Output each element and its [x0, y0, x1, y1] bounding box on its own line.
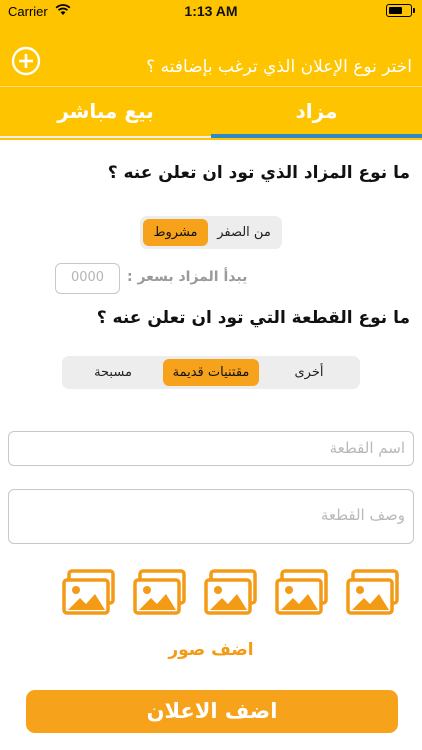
item-description-placeholder: وصف القطعة [320, 506, 405, 524]
segment-from-zero[interactable]: من الصفر [210, 219, 278, 246]
battery-icon [386, 4, 415, 17]
header-divider [0, 86, 422, 87]
image-placeholder-icon[interactable] [346, 569, 400, 617]
item-type-question: ما نوع القطعة التي تود ان تعلن عنه ؟ [96, 308, 410, 328]
tab-underline-inactive [0, 136, 211, 138]
auction-type-question: ما نوع المزاد الذي تود ان تعلن عنه ؟ [107, 163, 410, 183]
submit-ad-button[interactable]: اضف الاعلان [26, 690, 398, 733]
image-placeholder-icon[interactable] [204, 569, 258, 617]
segment-antiques[interactable]: مقتنيات قديمة [163, 359, 259, 386]
segment-rosary[interactable]: مسبحة [66, 359, 160, 386]
image-placeholder-icon[interactable] [62, 569, 116, 617]
header-title: اختر نوع الإعلان الذي ترغب بإضافته ؟ [146, 57, 412, 77]
image-placeholder-icon[interactable] [133, 569, 187, 617]
add-circle-icon[interactable] [11, 46, 41, 76]
segment-conditional[interactable]: مشروط [143, 219, 208, 246]
tab-auction[interactable]: مزاد [211, 90, 422, 132]
item-type-segmented: أخرى مقتنيات قديمة مسبحة [62, 356, 360, 389]
segment-other[interactable]: أخرى [262, 359, 356, 386]
tab-active-indicator [211, 134, 422, 138]
tab-direct-sale[interactable]: بيع مباشر [0, 90, 211, 132]
item-name-field[interactable]: اسم القطعة [8, 431, 414, 466]
add-photos-button[interactable]: اضف صور [0, 640, 422, 660]
item-description-field[interactable]: وصف القطعة [8, 489, 414, 544]
start-price-label: يبدأ المزاد بسعر : [127, 269, 248, 285]
start-price-input[interactable]: 0000 [55, 263, 120, 294]
clock: 1:13 AM [184, 3, 238, 19]
auction-type-segmented: من الصفر مشروط [140, 216, 282, 249]
item-name-placeholder: اسم القطعة [329, 439, 405, 457]
image-placeholder-icon[interactable] [275, 569, 329, 617]
photo-slots [0, 569, 422, 619]
